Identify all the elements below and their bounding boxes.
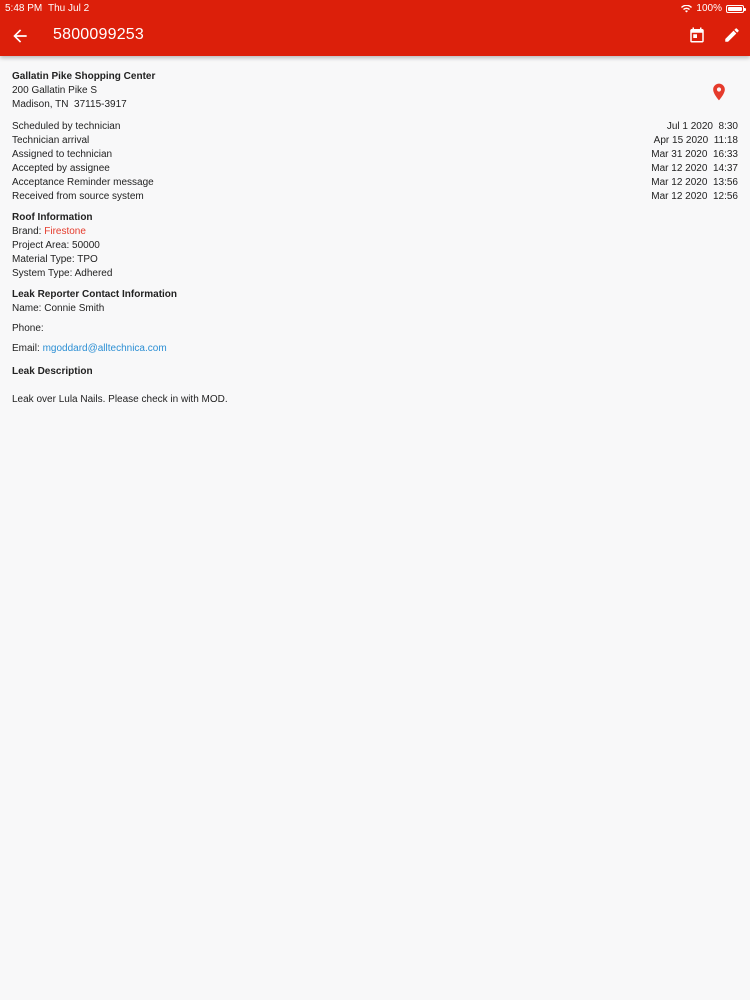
status-time: 5:48 PM: [5, 3, 43, 14]
address-line-2: Madison, TN 37115-3917: [12, 99, 127, 110]
address-line-1: 200 Gallatin Pike S: [12, 85, 98, 96]
contact-information: Leak Reporter Contact Information Name: …: [12, 288, 738, 356]
timeline-label: Technician arrival: [12, 135, 90, 146]
timeline-label: Assigned to technician: [12, 149, 113, 160]
contact-email: Email: mgoddard@alltechnica.com: [12, 342, 738, 356]
status-bar: 5:48 PM Thu Jul 2 100%: [0, 0, 750, 16]
leak-description: Leak Description Leak over Lula Nails. P…: [12, 365, 738, 407]
timeline-value: Mar 12 2020 13:56: [651, 177, 738, 188]
contact-heading: Leak Reporter Contact Information: [12, 289, 178, 300]
leak-text: Leak over Lula Nails. Please check in wi…: [12, 394, 228, 405]
timeline-label: Accepted by assignee: [12, 163, 110, 174]
roof-material-type: Material Type: TPO: [12, 254, 98, 265]
app-bar: 5:48 PM Thu Jul 2 100% 5800099253: [0, 0, 750, 56]
timeline-row: Received from source system Mar 12 2020 …: [12, 190, 738, 204]
location-block: Gallatin Pike Shopping Center 200 Gallat…: [12, 70, 738, 112]
roof-information: Roof Information Brand: Firestone Projec…: [12, 211, 738, 281]
timeline-row: Scheduled by technician Jul 1 2020 8:30: [12, 120, 738, 134]
battery-icon: [726, 4, 746, 13]
roof-project-area: Project Area: 50000: [12, 240, 100, 251]
status-right: 100%: [681, 1, 746, 16]
calendar-icon[interactable]: [688, 26, 706, 44]
timeline-value: Mar 12 2020 12:56: [651, 191, 738, 202]
timeline-value: Jul 1 2020 8:30: [666, 121, 738, 132]
timeline-label: Scheduled by technician: [12, 121, 121, 132]
timeline-row: Technician arrival Apr 15 2020 11:18: [12, 134, 738, 148]
timeline-row: Accepted by assignee Mar 12 2020 14:37: [12, 162, 738, 176]
status-date: Thu Jul 2: [48, 3, 90, 14]
contact-name: Name: Connie Smith: [12, 303, 105, 314]
brand-label: Brand:: [12, 226, 45, 237]
roof-system-type: System Type: Adhered: [12, 268, 113, 279]
wifi-icon: [681, 4, 693, 12]
location-name: Gallatin Pike Shopping Center: [12, 71, 156, 82]
timeline-label: Acceptance Reminder message: [12, 177, 154, 188]
timeline-label: Received from source system: [12, 191, 144, 202]
arrow-left-icon[interactable]: [10, 26, 30, 46]
work-order-details: Gallatin Pike Shopping Center 200 Gallat…: [12, 70, 738, 407]
page-title: 5800099253: [53, 26, 144, 43]
contact-phone: Phone:: [12, 323, 44, 334]
timeline-value: Mar 31 2020 16:33: [651, 149, 738, 160]
timeline-value: Apr 15 2020 11:18: [653, 135, 738, 146]
timeline-value: Mar 12 2020 14:37: [651, 163, 738, 174]
timeline-row: Acceptance Reminder message Mar 12 2020 …: [12, 176, 738, 190]
timeline-row: Assigned to technician Mar 31 2020 16:33: [12, 148, 738, 162]
pencil-icon[interactable]: [723, 26, 741, 44]
timeline-list: Scheduled by technician Jul 1 2020 8:30 …: [12, 120, 738, 204]
battery-percent: 100%: [696, 3, 722, 14]
roof-heading: Roof Information: [12, 212, 93, 223]
email-link[interactable]: mgoddard@alltechnica.com: [43, 343, 167, 354]
roof-brand: Brand: Firestone: [12, 225, 738, 239]
leak-heading: Leak Description: [12, 366, 93, 377]
email-label: Email:: [12, 343, 43, 354]
brand-value: Firestone: [44, 226, 86, 237]
